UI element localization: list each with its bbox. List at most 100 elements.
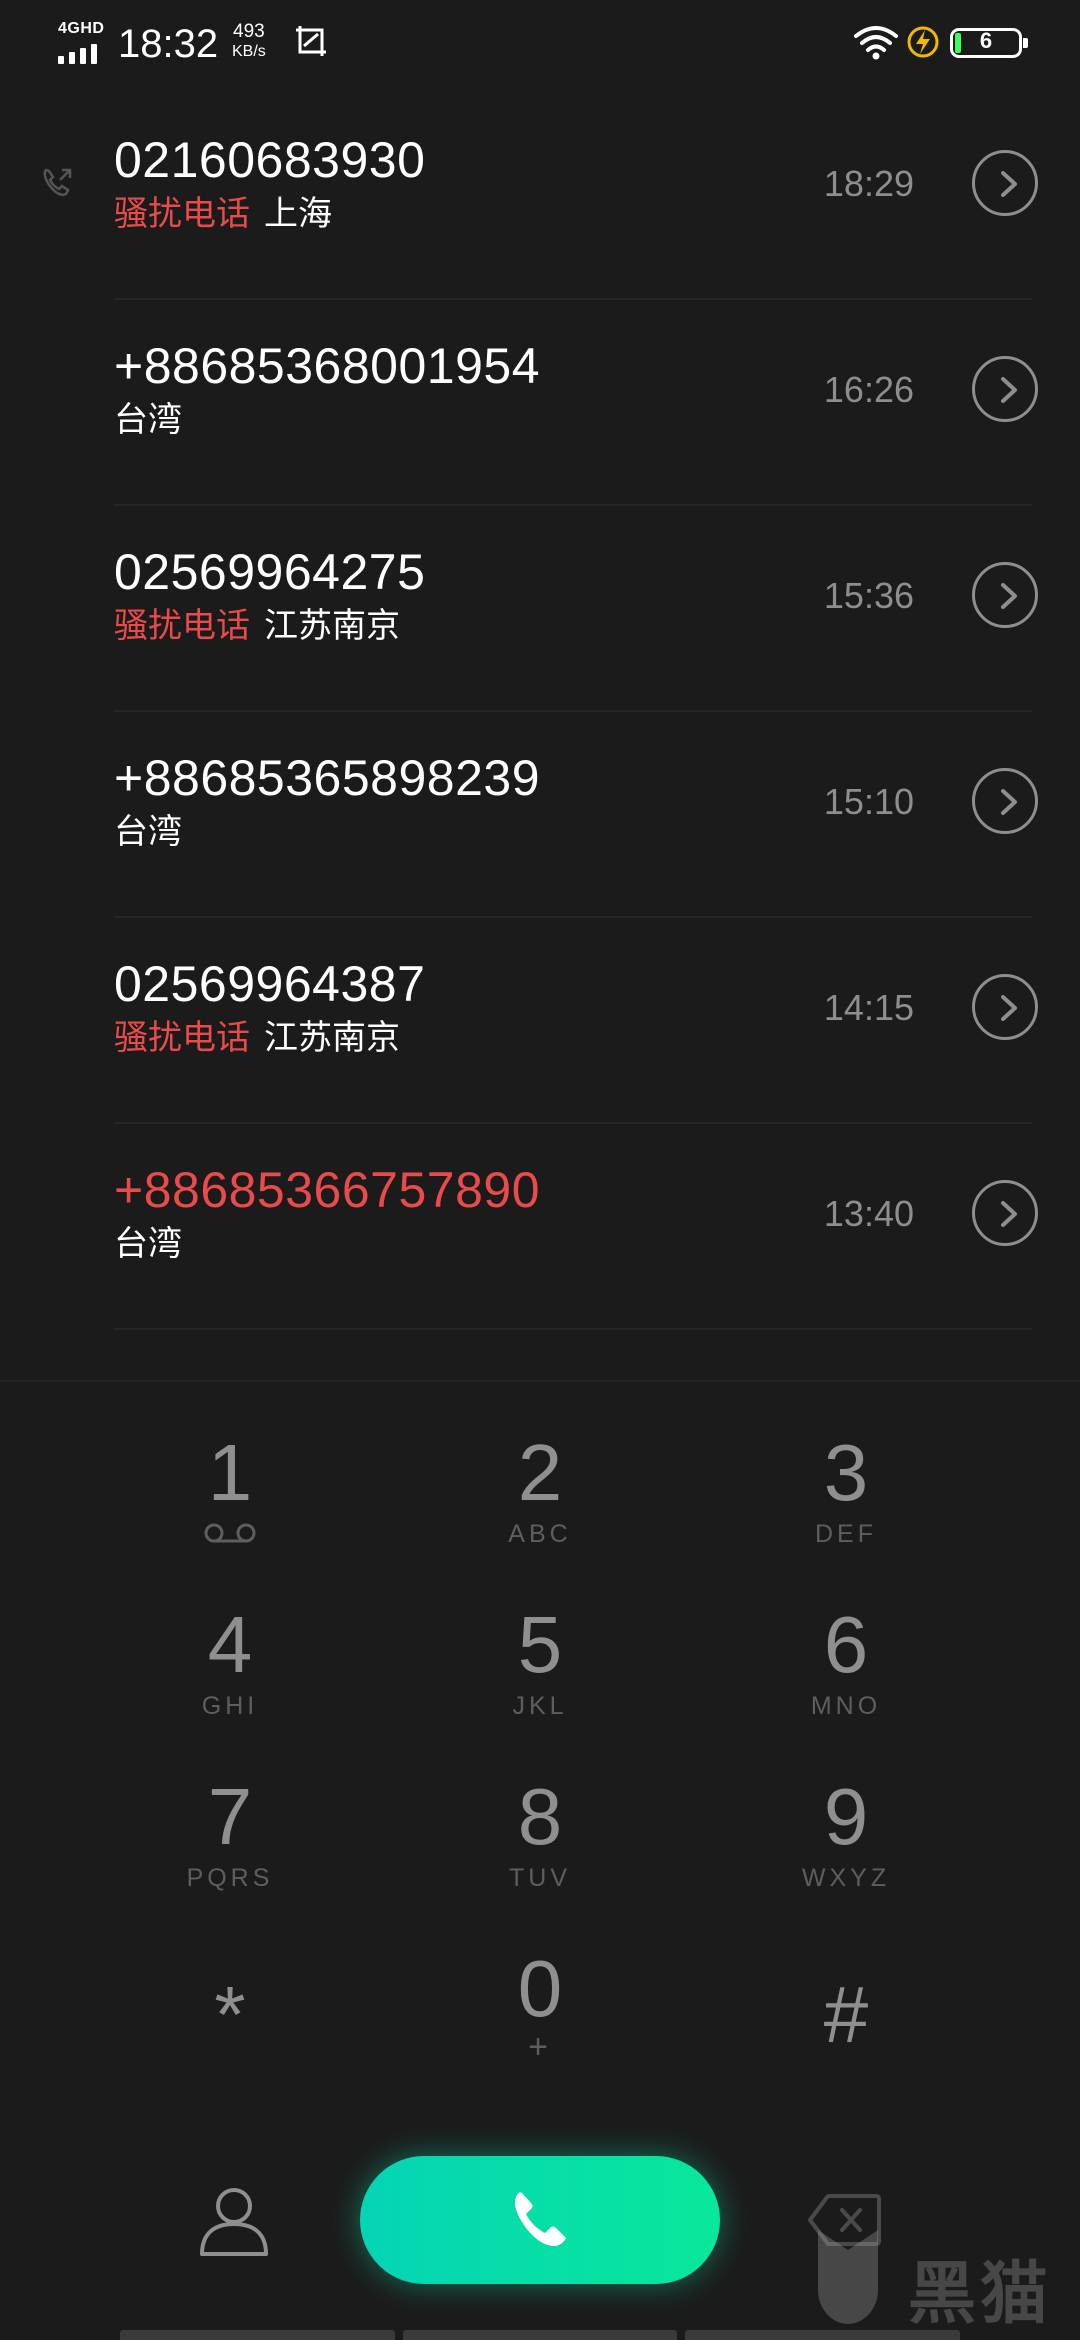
key-8[interactable]: 8 TUV <box>390 1772 690 1932</box>
call-log-row[interactable]: +88685368001954 台湾 16:26 <box>0 300 1080 506</box>
key-0[interactable]: 0 + <box>390 1944 690 2104</box>
row-divider <box>114 1328 1032 1330</box>
spam-tag: 骚扰电话 <box>114 1019 250 1057</box>
key-star[interactable]: * <box>80 1970 380 2130</box>
caller-number: +88685365898239 <box>114 750 541 806</box>
chevron-right-icon <box>1001 995 1017 1021</box>
key-digit: 9 <box>823 1772 869 1861</box>
outgoing-call-icon <box>43 168 72 196</box>
key-digit: 1 <box>207 1428 253 1517</box>
caller-number: 02569964387 <box>114 956 426 1012</box>
contacts-icon[interactable] <box>194 2180 274 2260</box>
key-6[interactable]: 6 MNO <box>696 1600 996 1760</box>
call-time: 18:29 <box>823 163 914 204</box>
wifi-icon <box>854 26 898 60</box>
network-speed: 493 KB/s <box>232 22 266 62</box>
call-time: 14:15 <box>823 987 914 1028</box>
call-log-row[interactable]: 02160683930 骚扰电话 上海 18:29 <box>0 94 1080 300</box>
call-log-row[interactable]: +88685365898239 台湾 15:10 <box>0 712 1080 918</box>
call-detail-button[interactable] <box>972 1180 1038 1246</box>
caller-number: +88685368001954 <box>114 338 541 394</box>
key-digit: 0 <box>517 1944 563 2033</box>
key-digit: 5 <box>517 1600 563 1689</box>
status-right: 6 <box>780 0 1080 86</box>
call-detail-button[interactable] <box>972 768 1038 834</box>
call-time: 16:26 <box>823 369 914 410</box>
key-letters: PQRS <box>186 1864 274 1892</box>
key-digit: # <box>823 1970 869 2059</box>
key-digit: 7 <box>207 1772 253 1861</box>
chevron-right-icon <box>1001 583 1017 609</box>
tab-indicator[interactable] <box>402 2330 678 2340</box>
caller-number-missed: +88685366757890 <box>114 1162 541 1218</box>
call-time: 13:40 <box>823 1193 914 1234</box>
caller-location: 江苏南京 <box>264 607 400 645</box>
chevron-right-icon <box>1001 377 1017 403</box>
tab-indicator[interactable] <box>685 2330 961 2340</box>
key-hash[interactable]: # <box>696 1970 996 2130</box>
caller-location: 台湾 <box>114 813 182 851</box>
call-log-row[interactable]: 02569964387 骚扰电话 江苏南京 14:15 <box>0 918 1080 1124</box>
key-digit: 8 <box>517 1772 563 1861</box>
call-detail-button[interactable] <box>972 562 1038 628</box>
chevron-right-icon <box>1001 171 1017 197</box>
caller-info: 台湾 <box>114 810 182 854</box>
key-9[interactable]: 9 WXYZ <box>696 1772 996 1932</box>
key-digit: * <box>214 1970 246 2059</box>
network-speed-unit: KB/s <box>232 43 266 60</box>
key-letters: ABC <box>508 1520 572 1548</box>
battery-icon: 6 <box>950 28 1028 58</box>
key-digit: 2 <box>517 1428 563 1517</box>
call-detail-button[interactable] <box>972 150 1038 216</box>
caller-location: 台湾 <box>114 401 182 439</box>
chevron-right-icon <box>1001 1201 1017 1227</box>
voicemail-icon <box>204 1523 256 1543</box>
caller-location: 江苏南京 <box>264 1019 400 1057</box>
caller-info: 骚扰电话 上海 <box>114 192 332 236</box>
tab-indicator[interactable] <box>120 2330 395 2340</box>
key-letters: WXYZ <box>801 1864 891 1892</box>
network-speed-value: 493 <box>233 21 265 42</box>
spam-tag: 骚扰电话 <box>114 195 250 233</box>
network-type: 4GHD <box>58 20 105 37</box>
watermark-logo: 黑猫 <box>808 2220 1080 2340</box>
key-letters: DEF <box>815 1520 877 1548</box>
key-letters: JKL <box>512 1692 568 1720</box>
call-time: 15:36 <box>823 575 914 616</box>
call-log-row[interactable]: +88685366757890 台湾 13:40 <box>0 1124 1080 1330</box>
key-digit: 4 <box>207 1600 253 1689</box>
charging-icon <box>907 26 939 58</box>
key-digit: 3 <box>823 1428 869 1517</box>
key-4[interactable]: 4 GHI <box>80 1600 380 1760</box>
call-detail-button[interactable] <box>972 974 1038 1040</box>
caller-number: 02569964275 <box>114 544 426 600</box>
key-7[interactable]: 7 PQRS <box>80 1772 380 1932</box>
key-3[interactable]: 3 DEF <box>696 1428 996 1588</box>
watermark-text: 黑猫 <box>908 2256 1053 2332</box>
key-5[interactable]: 5 JKL <box>390 1600 690 1760</box>
caller-info: 台湾 <box>114 398 182 442</box>
key-letters: MNO <box>810 1692 882 1720</box>
caller-location: 台湾 <box>114 1225 182 1263</box>
call-time: 15:10 <box>823 781 914 822</box>
cat-logo-icon <box>818 2230 878 2324</box>
caller-location: 上海 <box>264 195 332 233</box>
key-2[interactable]: 2 ABC <box>390 1428 690 1588</box>
call-log-row[interactable]: 02569964275 骚扰电话 江苏南京 15:36 <box>0 506 1080 712</box>
key-letters: + <box>528 2028 552 2066</box>
spam-tag: 骚扰电话 <box>114 607 250 645</box>
caller-info: 骚扰电话 江苏南京 <box>114 1016 400 1060</box>
phone-icon <box>515 2192 566 2246</box>
status-time: 18:32 <box>118 22 219 66</box>
call-button[interactable] <box>360 2156 720 2284</box>
key-1[interactable]: 1 <box>80 1428 380 1588</box>
key-digit: 6 <box>823 1600 869 1689</box>
key-letters: TUV <box>509 1864 571 1892</box>
chevron-right-icon <box>1001 789 1017 815</box>
key-letters: GHI <box>201 1692 259 1720</box>
bottom-tab-bar <box>120 2330 961 2340</box>
call-log-list: 02160683930 骚扰电话 上海 18:29 +88685368001954… <box>0 94 1080 1330</box>
status-bar: 4GHD 18:32 493 KB/s 6 <box>0 0 1080 86</box>
battery-level: 6 <box>979 28 993 53</box>
call-detail-button[interactable] <box>972 356 1038 422</box>
